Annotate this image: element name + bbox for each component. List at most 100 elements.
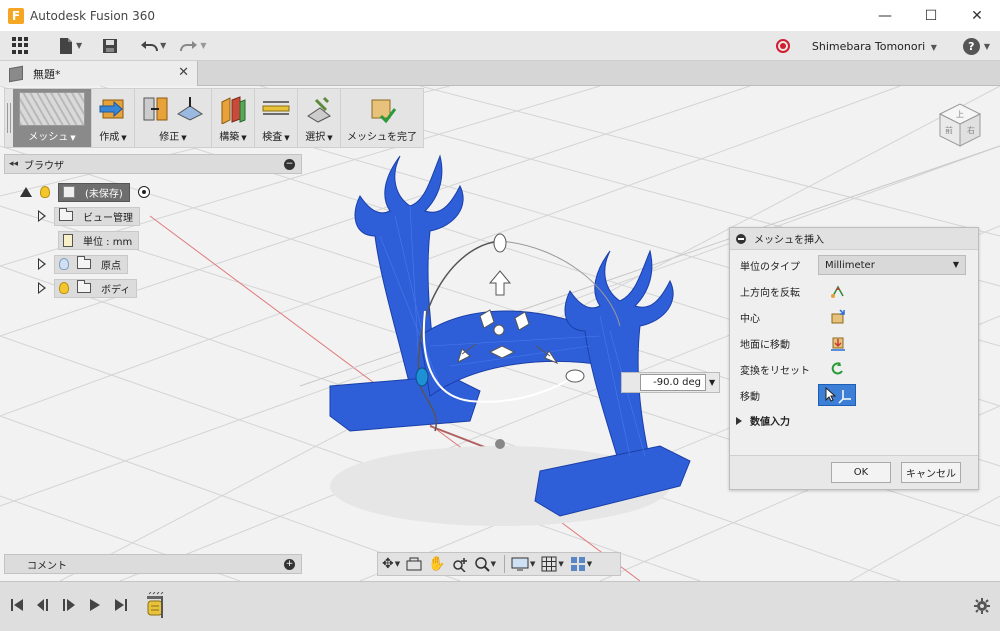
minimize-button[interactable]: —: [862, 0, 908, 31]
numeric-input-label: 数値入力: [750, 417, 790, 428]
dialog-collapse-icon[interactable]: [736, 233, 746, 244]
tree-item-origin[interactable]: 原点: [38, 254, 128, 274]
move-to-ground-icon[interactable]: [830, 335, 846, 351]
expand-origin-icon[interactable]: [38, 258, 46, 270]
title-bar: F Autodesk Fusion 360 — ☐ ✕: [0, 0, 1000, 31]
create-menu[interactable]: 作成 ▼: [92, 89, 135, 147]
play-icon[interactable]: [62, 598, 76, 612]
unit-type-select[interactable]: Millimeter ▼: [818, 255, 966, 275]
inspect-menu[interactable]: 検査 ▼: [255, 89, 298, 147]
expand-numeric-input-icon[interactable]: [736, 416, 742, 425]
units-label: 単位 : mm: [83, 236, 133, 248]
visibility-bulb-icon[interactable]: [59, 282, 69, 294]
user-menu[interactable]: Shimebara Tomonori ▼: [812, 40, 937, 53]
expand-root-icon[interactable]: [19, 183, 32, 197]
select-icon: [307, 96, 331, 123]
tree-item-units[interactable]: 単位 : mm: [50, 230, 140, 250]
add-comment-icon[interactable]: +: [284, 559, 295, 570]
pivot-point: [495, 439, 505, 449]
finish-mesh-icon: [371, 99, 397, 124]
fusion-logo-icon: F: [8, 7, 24, 24]
comments-panel-header[interactable]: コメント +: [4, 554, 302, 574]
view-cube[interactable]: 上 前 右: [936, 100, 984, 150]
dialog-header[interactable]: メッシュを挿入: [730, 228, 978, 250]
ok-button[interactable]: OK: [831, 462, 891, 483]
go-to-end-icon[interactable]: [114, 598, 128, 612]
move-tool-button[interactable]: [818, 384, 856, 406]
origin-node[interactable]: 原点: [54, 254, 128, 274]
activate-component-icon[interactable]: [137, 186, 150, 198]
undo-button[interactable]: ▼: [140, 34, 166, 58]
tree-item-view-manager[interactable]: ビュー管理: [38, 206, 140, 226]
timeline-settings-gear-icon[interactable]: [974, 598, 990, 614]
angle-input[interactable]: -90.0 deg: [640, 374, 706, 391]
flip-up-icon[interactable]: [830, 283, 846, 299]
pan-button[interactable]: ✋: [428, 556, 445, 572]
workspace-switcher-mesh[interactable]: メッシュ ▼: [13, 89, 92, 147]
move-cursor-icon: [825, 386, 851, 404]
view-manager-node[interactable]: ビュー管理: [54, 206, 140, 226]
rotate-handle-top[interactable]: [493, 233, 507, 253]
units-node[interactable]: 単位 : mm: [58, 230, 140, 250]
timeline-bar: [0, 581, 1000, 631]
record-icon[interactable]: [775, 39, 790, 53]
visibility-bulb-off-icon[interactable]: [59, 258, 69, 270]
display-settings-button[interactable]: ▼: [511, 557, 535, 571]
center-handle[interactable]: [493, 324, 505, 336]
view-manager-label: ビュー管理: [83, 212, 133, 224]
rotate-handle-right[interactable]: [565, 369, 585, 383]
numeric-input-section[interactable]: 数値入力: [736, 413, 790, 428]
data-panel-grid-icon[interactable]: [12, 36, 30, 55]
timeline-playback-controls: [10, 598, 140, 612]
expand-bodies-icon[interactable]: [38, 282, 46, 294]
user-name-label: Shimebara Tomonori: [811, 39, 926, 53]
expand-view-manager-icon[interactable]: [38, 210, 46, 222]
close-tab-icon[interactable]: ✕: [178, 65, 189, 80]
orbit-button[interactable]: ✥ ▼: [382, 556, 400, 572]
close-window-button[interactable]: ✕: [954, 0, 1000, 31]
redo-icon: [180, 40, 198, 51]
quick-access-right: Shimebara Tomonori ▼ ? ▼: [775, 31, 990, 61]
tree-root-row[interactable]: (未保存): [19, 182, 150, 202]
tree-item-bodies[interactable]: ボディ: [38, 278, 138, 298]
toolbar-grip[interactable]: [5, 89, 13, 147]
orbit-icon: ✥: [382, 556, 394, 572]
select-menu[interactable]: 選択 ▼: [298, 89, 341, 147]
browser-panel-header[interactable]: ◂◂ ブラウザ −: [4, 154, 302, 174]
redo-button[interactable]: ▼: [180, 34, 206, 58]
reset-icon[interactable]: [830, 361, 846, 377]
visibility-bulb-icon[interactable]: [40, 186, 50, 198]
file-menu-button[interactable]: ▼: [58, 34, 82, 58]
timeline-mesh-feature-icon[interactable]: [145, 592, 165, 620]
construct-menu[interactable]: 構築 ▼: [212, 89, 255, 147]
view-cube-front-label: 前: [945, 125, 953, 135]
step-back-icon[interactable]: [36, 598, 50, 612]
look-at-button[interactable]: [406, 557, 422, 571]
finish-mesh-button[interactable]: メッシュを完了: [341, 89, 423, 147]
inspect-label: 検査: [262, 132, 283, 143]
go-to-start-icon[interactable]: [10, 598, 24, 612]
center-icon[interactable]: [830, 309, 846, 325]
angle-dropdown-icon[interactable]: ▼: [709, 378, 715, 387]
cancel-button[interactable]: キャンセル: [901, 462, 961, 483]
rotate-handle-left-active[interactable]: [415, 367, 429, 387]
move-arrow-up[interactable]: [488, 270, 512, 296]
bodies-node[interactable]: ボディ: [54, 278, 138, 298]
viewports-button[interactable]: ▼: [570, 556, 592, 572]
document-tab[interactable]: 無題* ✕: [0, 61, 198, 86]
grid-settings-button[interactable]: ▼: [541, 556, 564, 572]
modify-menu[interactable]: 修正 ▼: [135, 89, 212, 147]
step-forward-icon[interactable]: [88, 598, 102, 612]
reset-transform-label: 変換をリセット: [740, 365, 810, 377]
zoom-button[interactable]: [452, 556, 468, 572]
maximize-button[interactable]: ☐: [908, 0, 954, 31]
browser-minimize-icon[interactable]: −: [284, 159, 295, 170]
help-icon[interactable]: ?: [962, 37, 980, 55]
save-button[interactable]: [102, 34, 118, 58]
flip-up-label: 上方向を反転: [740, 287, 800, 299]
move-to-ground-label: 地面に移動: [740, 339, 790, 351]
root-component-node[interactable]: (未保存): [58, 182, 130, 202]
component-icon: [63, 186, 75, 198]
fit-button[interactable]: ▼: [474, 556, 496, 572]
collapse-browser-icon[interactable]: ◂◂: [9, 159, 18, 169]
